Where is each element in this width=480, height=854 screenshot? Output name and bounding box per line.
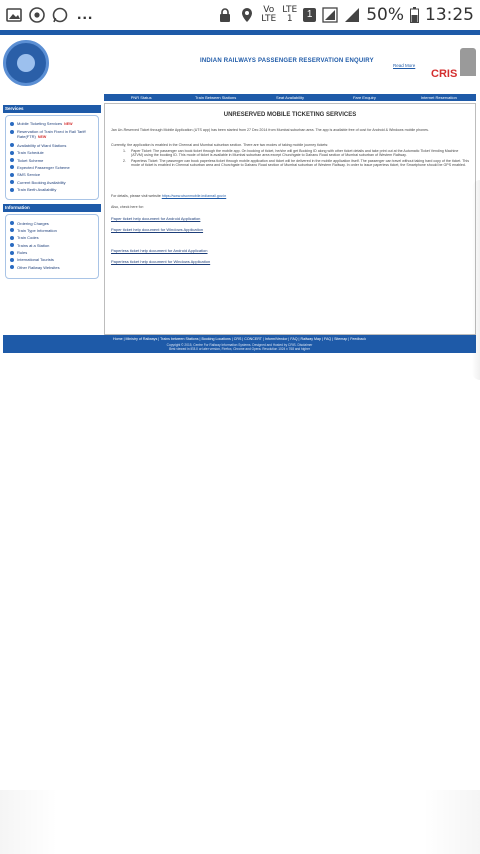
sidebar-item-sms-service[interactable]: SMS Service <box>10 172 95 177</box>
bullet-icon <box>10 250 14 255</box>
bullet-icon <box>10 221 14 226</box>
bullet-icon <box>10 228 14 233</box>
sidebar-item-mobile-ticketing[interactable]: Mobile Ticketing Services NEW <box>10 121 95 127</box>
sidebar-item-train-codes[interactable]: Train Codes <box>10 235 95 240</box>
list-item: 2. Paperless Ticket: The passenger can bo… <box>123 158 470 168</box>
sidebar-item-rules[interactable]: Rules <box>10 250 95 255</box>
read-more-link[interactable]: Read More <box>393 63 415 68</box>
bottom-edge-shade <box>0 790 480 854</box>
volte-indicator: Vo LTE <box>261 5 277 24</box>
cris-logo[interactable]: CRIS <box>431 68 457 80</box>
battery-icon <box>410 7 419 23</box>
battery-percent: 50% <box>366 5 404 25</box>
chrome-icon <box>29 7 45 23</box>
bullet-icon <box>10 257 14 262</box>
list-item: 1. Paper Ticket: The passenger can book t… <box>123 149 459 158</box>
nav-fare-enquiry[interactable]: Fare Enquiry <box>327 94 401 101</box>
sidebar-item-ward-stations[interactable]: Availability of Ward Stations <box>10 143 95 148</box>
sidebar-item-ticket-scheme[interactable]: Ticket Scheme <box>10 158 95 163</box>
status-bar: ... Vo LTE LTE 1 1 50% 13:25 <box>0 0 480 30</box>
new-badge: NEW <box>64 122 73 126</box>
paperless-android-doc-link[interactable]: Paperless ticket help document for Andro… <box>111 248 208 253</box>
sidebar-item-train-schedule[interactable]: Train Schedule <box>10 150 95 155</box>
sidebar-item-passenger-scheme[interactable]: Expected Passenger Scheme <box>10 165 95 170</box>
uts-website-link[interactable]: https://www.utsonmobile.indianrail.gov.i… <box>162 194 226 198</box>
nav-train-between-stations[interactable]: Train Between Stations <box>178 94 252 101</box>
top-color-bar <box>0 30 480 35</box>
main-nav: PNR Status Train Between Stations Seat A… <box>104 94 476 101</box>
bullet-icon <box>10 121 14 126</box>
details-paragraph: For details, please visit website https:… <box>111 194 227 198</box>
gallery-icon <box>6 8 22 22</box>
bullet-icon <box>10 143 14 148</box>
information-list: Ordering Charges Train Type Information … <box>5 213 99 280</box>
paperless-windows-doc-link[interactable]: Paperless ticket help document for Windo… <box>111 259 210 264</box>
lock-icon <box>220 8 231 22</box>
bullet-icon <box>10 158 14 163</box>
more-notifications: ... <box>77 6 94 23</box>
services-list: Mobile Ticketing Services NEW Reservation… <box>5 115 99 200</box>
sidebar-item-berth-availability[interactable]: Train Berth Availability <box>10 187 95 192</box>
sidebar-item-international-tourists[interactable]: International Tourists <box>10 257 95 262</box>
signal-icon <box>322 7 338 23</box>
intro-paragraph: Jan Un-Reserved Ticket through Mobile Ap… <box>111 128 429 132</box>
sidebar-item-trains-at-station[interactable]: Trains at a Station <box>10 243 95 248</box>
signal-strength-icon <box>345 8 360 22</box>
status-bar-left: ... <box>6 6 93 24</box>
modes-list: 1. Paper Ticket: The passenger can book t… <box>123 149 469 169</box>
overscroll-edge <box>472 180 480 380</box>
sidebar-item-train-type[interactable]: Train Type Information <box>10 228 95 233</box>
status-bar-right: Vo LTE LTE 1 1 50% 13:25 <box>217 5 474 25</box>
web-viewport: INDIAN RAILWAYS PASSENGER RESERVATION EN… <box>0 30 480 854</box>
sidebar-item-current-booking[interactable]: Current Booking Availability <box>10 180 95 185</box>
page-footer: Home | Ministry of Railways | Trains bet… <box>3 335 476 353</box>
main-content: UNRESERVED MOBILE TICKETING SERVICES Jan… <box>104 103 476 335</box>
paper-windows-doc-link[interactable]: Paper ticket help document for Windows A… <box>111 227 203 232</box>
nav-pnr-status[interactable]: PNR Status <box>104 94 178 101</box>
bullet-icon <box>10 165 14 170</box>
sim-badge: 1 <box>303 8 317 22</box>
bullet-icon <box>10 172 14 177</box>
portal-title: INDIAN RAILWAYS PASSENGER RESERVATION EN… <box>200 58 374 64</box>
footer-links[interactable]: Home | Ministry of Railways | Trains bet… <box>3 337 476 341</box>
bullet-icon <box>10 243 14 248</box>
sidebar-item-ordering-charges[interactable]: Ordering Charges <box>10 221 95 226</box>
lte-indicator: LTE 1 <box>282 5 298 24</box>
bullet-icon <box>10 265 14 270</box>
footer-copyright: Copyright © 2015, Centre For Railway Inf… <box>166 343 313 351</box>
sidebar-item-other-websites[interactable]: Other Railway Websites <box>10 265 95 270</box>
page-title: UNRESERVED MOBILE TICKETING SERVICES <box>223 112 357 118</box>
current-modes-paragraph: Currently, the application is enabled in… <box>111 143 329 147</box>
left-sidebar: Services Mobile Ticketing Services NEW Re… <box>3 105 101 283</box>
bullet-icon <box>10 129 14 134</box>
new-badge: NEW <box>37 135 47 140</box>
paper-android-doc-link[interactable]: Paper ticket help document for Android A… <box>111 216 200 221</box>
indian-railways-logo[interactable] <box>3 40 49 86</box>
bullet-icon <box>10 235 14 240</box>
location-icon <box>242 8 253 22</box>
bullet-icon <box>10 180 14 185</box>
information-heading: Information <box>3 203 101 212</box>
services-heading: Services <box>3 105 101 113</box>
also-check-label: Also, check here for: <box>111 205 144 209</box>
clock: 13:25 <box>425 5 474 25</box>
nav-seat-availability[interactable]: Seat Availability <box>253 94 327 101</box>
whatsapp-icon <box>52 7 68 23</box>
bullet-icon <box>10 150 14 155</box>
sidebar-item-ftr-reservation[interactable]: Reservation of Train Fixed in Rail Tarif… <box>10 129 95 140</box>
nav-internet-reservation[interactable]: Internet Reservation <box>402 94 476 101</box>
bullet-icon <box>10 187 14 192</box>
national-emblem-icon <box>460 48 476 76</box>
